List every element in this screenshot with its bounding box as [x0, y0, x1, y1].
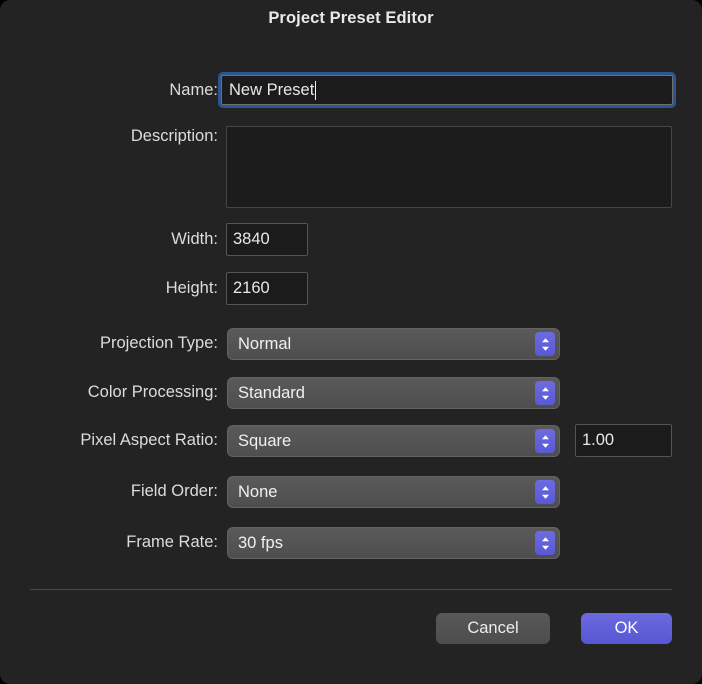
width-label: Width: [18, 230, 218, 249]
name-label: Name: [18, 81, 218, 100]
ok-button[interactable]: OK [581, 613, 672, 644]
color-processing-label: Color Processing: [18, 383, 218, 402]
chevron-up-down-icon [535, 531, 555, 555]
description-textarea[interactable] [226, 126, 672, 208]
projection-type-value: Normal [228, 335, 535, 354]
name-input[interactable]: New Preset [221, 75, 673, 105]
chevron-up-down-icon [535, 332, 555, 356]
name-input-value: New Preset [229, 81, 314, 100]
frame-rate-label: Frame Rate: [18, 533, 218, 552]
projection-type-select[interactable]: Normal [227, 328, 560, 360]
chevron-up-down-icon [535, 429, 555, 453]
name-field-focus-ring: New Preset [218, 72, 676, 108]
field-order-label: Field Order: [18, 482, 218, 501]
chevron-up-down-icon [535, 480, 555, 504]
width-input[interactable]: 3840 [226, 223, 308, 256]
cancel-button[interactable]: Cancel [436, 613, 550, 644]
pixel-aspect-ratio-value: Square [228, 432, 535, 451]
chevron-up-down-icon [535, 381, 555, 405]
color-processing-value: Standard [228, 384, 535, 403]
width-value: 3840 [233, 230, 270, 249]
frame-rate-value: 30 fps [228, 534, 535, 553]
height-label: Height: [18, 279, 218, 298]
pixel-aspect-ratio-numeric-value: 1.00 [582, 431, 614, 450]
pixel-aspect-ratio-select[interactable]: Square [227, 425, 560, 457]
pixel-aspect-ratio-numeric-input[interactable]: 1.00 [575, 424, 672, 457]
projection-type-label: Projection Type: [18, 334, 218, 353]
height-value: 2160 [233, 279, 270, 298]
pixel-aspect-ratio-label: Pixel Aspect Ratio: [18, 431, 218, 450]
dialog-title: Project Preset Editor [0, 9, 702, 28]
project-preset-editor-dialog: Project Preset Editor Name: New Preset D… [0, 0, 702, 684]
color-processing-select[interactable]: Standard [227, 377, 560, 409]
text-caret [315, 81, 316, 100]
height-input[interactable]: 2160 [226, 272, 308, 305]
field-order-value: None [228, 483, 535, 502]
description-label: Description: [18, 127, 218, 146]
footer-separator [30, 589, 672, 590]
field-order-select[interactable]: None [227, 476, 560, 508]
frame-rate-select[interactable]: 30 fps [227, 527, 560, 559]
